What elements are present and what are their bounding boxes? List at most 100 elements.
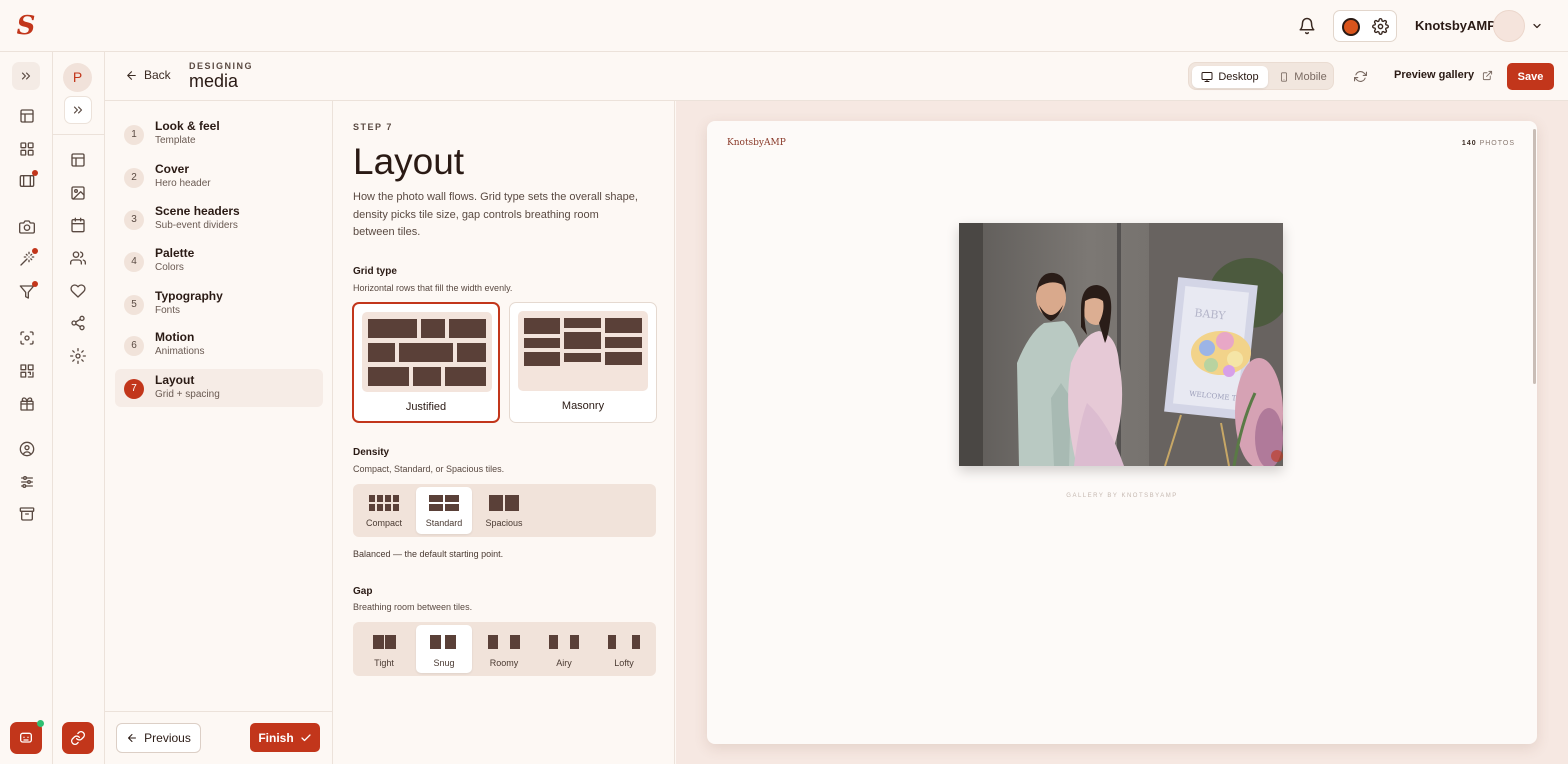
user-name[interactable]: KnotsbyAMP (1415, 18, 1496, 33)
step-motion[interactable]: 6 Motion Animations (115, 326, 323, 364)
image-icon[interactable] (69, 184, 87, 202)
settings-icon[interactable] (69, 347, 87, 365)
phone-icon (1281, 72, 1288, 82)
gear-icon[interactable] (1372, 18, 1389, 35)
snug-gap-icon (430, 635, 456, 649)
grid-option-masonry[interactable]: Masonry (509, 302, 657, 423)
arrow-left-icon (127, 70, 136, 80)
sliders-icon[interactable] (18, 473, 36, 491)
template-icon[interactable] (69, 151, 87, 169)
gift-icon[interactable] (18, 395, 36, 413)
expand-panel-button[interactable] (64, 96, 92, 124)
desktop-toggle-button[interactable]: Desktop (1192, 66, 1268, 88)
app-logo[interactable]: S (12, 12, 40, 40)
gap-option-lofty[interactable]: Lofty (596, 625, 652, 673)
step-look-and-feel[interactable]: 1 Look & feel Template (115, 115, 323, 153)
step-typography[interactable]: 5 Typography Fonts (115, 285, 323, 323)
photo-count: 140 PHOTOS (1462, 140, 1515, 147)
grid-option-label: Justified (405, 401, 447, 413)
calendar-icon[interactable] (69, 216, 87, 234)
step-title: Layout (155, 373, 195, 387)
step-subtitle: Animations (155, 346, 205, 357)
gallery-preview-frame[interactable]: KnotsbyAMP 140 PHOTOS BABY WELCOME TO GA… (707, 121, 1537, 744)
expand-rail-button[interactable] (12, 62, 40, 90)
section-title: Layout (353, 141, 465, 182)
step-title: Typography (155, 289, 223, 303)
share-icon[interactable] (69, 314, 87, 332)
step-cover[interactable]: 2 Cover Hero header (115, 158, 323, 196)
step-subtitle: Sub-event dividers (155, 220, 238, 231)
theme-controls (1333, 10, 1397, 42)
apps-grid-icon[interactable] (18, 140, 36, 158)
gap-label: Gap (353, 586, 373, 597)
masonry-preview (518, 311, 648, 391)
double-chevron-right-icon (73, 106, 83, 114)
step-number: 3 (124, 210, 144, 230)
notification-dot (32, 248, 38, 254)
user-avatar[interactable] (1493, 10, 1525, 42)
gap-option-label: Lofty (614, 658, 634, 668)
density-hint: Compact, Standard, or Spacious tiles. (353, 464, 505, 474)
gallery-credit: GALLERY BY KNOTSBYAMP (1066, 493, 1178, 499)
gap-option-label: Snug (433, 658, 455, 668)
density-option-label: Standard (425, 518, 463, 528)
density-label: Density (353, 447, 390, 458)
gap-hint: Breathing room between tiles. (353, 602, 473, 612)
chevron-down-icon[interactable] (1531, 20, 1543, 32)
bell-icon[interactable] (1298, 17, 1316, 35)
theme-color-swatch[interactable] (1342, 18, 1360, 36)
gap-option-roomy[interactable]: Roomy (476, 625, 532, 673)
editor-header: Back DESIGNING media Desktop Mobile Prev… (105, 52, 1568, 101)
back-button[interactable]: Back (125, 68, 171, 82)
step-palette[interactable]: 4 Palette Colors (115, 242, 323, 280)
airy-gap-icon (549, 635, 579, 649)
photo-count-unit: PHOTOS (1479, 140, 1515, 147)
gap-option-tight[interactable]: Tight (356, 625, 412, 673)
mobile-toggle-button[interactable]: Mobile (1275, 66, 1331, 88)
step-subtitle: Colors (155, 262, 184, 273)
project-avatar[interactable]: P (63, 63, 92, 92)
online-indicator (37, 720, 44, 727)
divider (53, 134, 104, 135)
camera-icon[interactable] (18, 218, 36, 236)
finish-button[interactable]: Finish (250, 723, 320, 752)
step-title: Scene headers (155, 204, 240, 218)
density-option-standard[interactable]: Standard (416, 487, 472, 534)
face-scan-icon[interactable] (18, 329, 36, 347)
lofty-gap-icon (608, 635, 640, 649)
step-layout[interactable]: 7 Layout Grid + spacing (115, 369, 323, 407)
copy-link-button[interactable] (62, 722, 94, 754)
secondary-nav-rail: P (53, 52, 105, 764)
step-label: STEP 7 (353, 122, 393, 132)
help-support-button[interactable] (10, 722, 42, 754)
step-number: 4 (124, 252, 144, 272)
gap-option-label: Tight (374, 658, 394, 668)
layout-icon[interactable] (18, 107, 36, 125)
top-bar: S KnotsbyAMP (0, 0, 1568, 52)
step-title: Motion (155, 330, 195, 344)
grid-option-justified[interactable]: Justified (352, 302, 500, 423)
finish-label: Finish (258, 730, 294, 745)
step-scene-headers[interactable]: 3 Scene headers Sub-event dividers (115, 200, 323, 238)
qr-code-icon[interactable] (18, 362, 36, 380)
gap-selector: Tight Snug Roomy Airy Lofty (353, 622, 656, 676)
density-option-compact[interactable]: Compact (356, 487, 412, 534)
density-note: Balanced — the default starting point. (353, 549, 504, 559)
preview-gallery-label: Preview gallery (1394, 69, 1475, 81)
gallery-photo[interactable]: BABY WELCOME TO (959, 223, 1283, 466)
gap-option-airy[interactable]: Airy (536, 625, 592, 673)
support-icon (20, 732, 32, 743)
archive-icon[interactable] (18, 505, 36, 523)
density-option-spacious[interactable]: Spacious (476, 487, 532, 534)
gap-option-label: Airy (556, 658, 572, 668)
notification-dot (32, 170, 38, 176)
heart-icon[interactable] (69, 282, 87, 300)
user-circle-icon[interactable] (18, 440, 36, 458)
gap-option-snug[interactable]: Snug (416, 625, 472, 673)
save-button[interactable]: Save (1507, 63, 1554, 90)
preview-gallery-button[interactable]: Preview gallery (1394, 69, 1493, 81)
refresh-icon[interactable] (1354, 70, 1367, 83)
preview-scrollbar[interactable] (1533, 129, 1536, 384)
previous-button[interactable]: Previous (116, 723, 201, 753)
people-icon[interactable] (69, 249, 87, 267)
